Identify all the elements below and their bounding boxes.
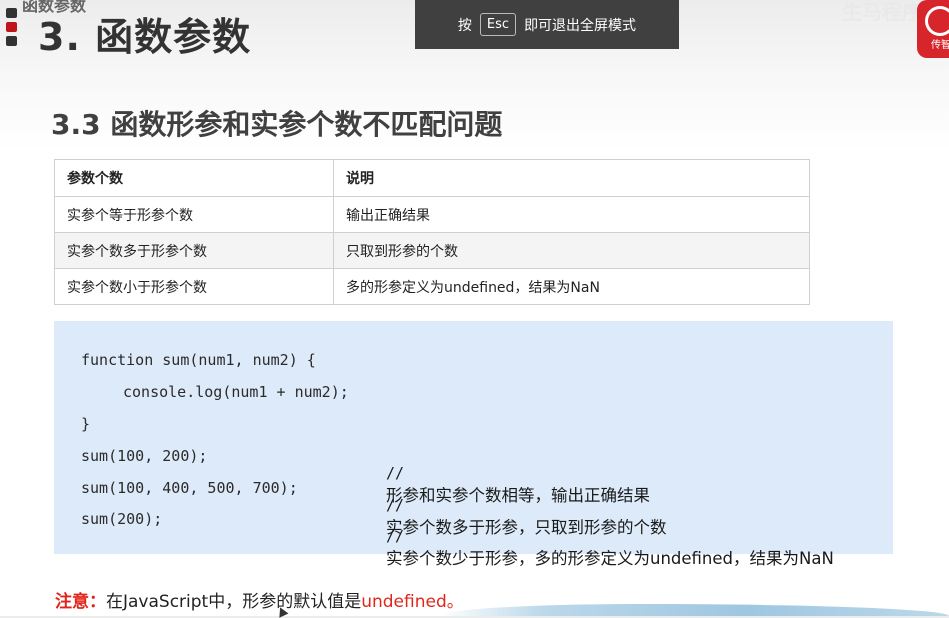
title-bullet-icon bbox=[6, 8, 17, 18]
table-cell: 实参个数小于形参个数 bbox=[54, 268, 334, 305]
slide-title: 3. 函数参数 bbox=[38, 15, 252, 59]
logo-text: 传智 bbox=[931, 40, 949, 51]
table-header-row: 参数个数 说明 bbox=[54, 159, 810, 197]
table-header-cell: 说明 bbox=[333, 159, 810, 197]
fullscreen-exit-notice: 按 Esc 即可退出全屏模式 bbox=[415, 0, 679, 49]
notice-suffix: 即可退出全屏模式 bbox=[524, 17, 637, 34]
code-line: sum(100, 200); bbox=[81, 447, 208, 465]
code-line: } bbox=[81, 415, 91, 433]
code-line: sum(100, 400, 500, 700); bbox=[81, 479, 298, 497]
code-comment: // 实参个数少于形参，多的形参定义为undefined，结果为NaN bbox=[365, 507, 834, 588]
title-bullet-icon bbox=[6, 22, 17, 32]
title-bullet-icon bbox=[6, 36, 17, 46]
note-label: 注意： bbox=[55, 592, 106, 612]
table-cell: 实参个数多于形参个数 bbox=[54, 232, 334, 269]
param-table: 参数个数 说明 实参个等于形参个数 输出正确结果 实参个数多于形参个数 只取到形… bbox=[54, 159, 810, 305]
code-block: function sum(num1, num2) { console.log(n… bbox=[54, 321, 893, 568]
note-highlight: undefined。 bbox=[361, 592, 464, 612]
code-line: sum(200); bbox=[81, 510, 163, 528]
code-line: console.log(num1 + num2); bbox=[123, 383, 349, 401]
comment-text: 实参个数少于形参，多的形参定义为undefined，结果为NaN bbox=[385, 549, 834, 568]
brand-logo: 传智 bbox=[917, 0, 949, 58]
footer-decoration bbox=[440, 604, 949, 616]
logo-swirl-icon bbox=[925, 6, 949, 36]
table-row: 实参个数多于形参个数 只取到形参的个数 bbox=[54, 232, 810, 269]
code-line: function sum(num1, num2) { bbox=[81, 351, 316, 369]
table-cell: 实参个等于形参个数 bbox=[54, 196, 334, 233]
note-text: 在JavaScript中，形参的默认值是 bbox=[106, 592, 362, 612]
notice-prefix: 按 bbox=[457, 17, 472, 34]
note-paragraph: 注意：在JavaScript中，形参的默认值是undefined。 bbox=[55, 587, 464, 612]
comment-marker: // bbox=[385, 527, 405, 545]
table-cell: 多的形参定义为undefined，结果为NaN bbox=[333, 268, 810, 305]
esc-key-badge: Esc bbox=[479, 13, 517, 36]
table-cell: 只取到形参的个数 bbox=[333, 232, 810, 269]
table-row: 实参个数小于形参个数 多的形参定义为undefined，结果为NaN bbox=[54, 268, 810, 305]
section-title: 3.3 函数形参和实参个数不匹配问题 bbox=[51, 108, 503, 141]
table-header-cell: 参数个数 bbox=[54, 159, 334, 197]
table-row: 实参个等于形参个数 输出正确结果 bbox=[54, 196, 810, 233]
table-cell: 输出正确结果 bbox=[333, 196, 810, 233]
brand-faded-text: 生马程序 bbox=[842, 0, 922, 24]
